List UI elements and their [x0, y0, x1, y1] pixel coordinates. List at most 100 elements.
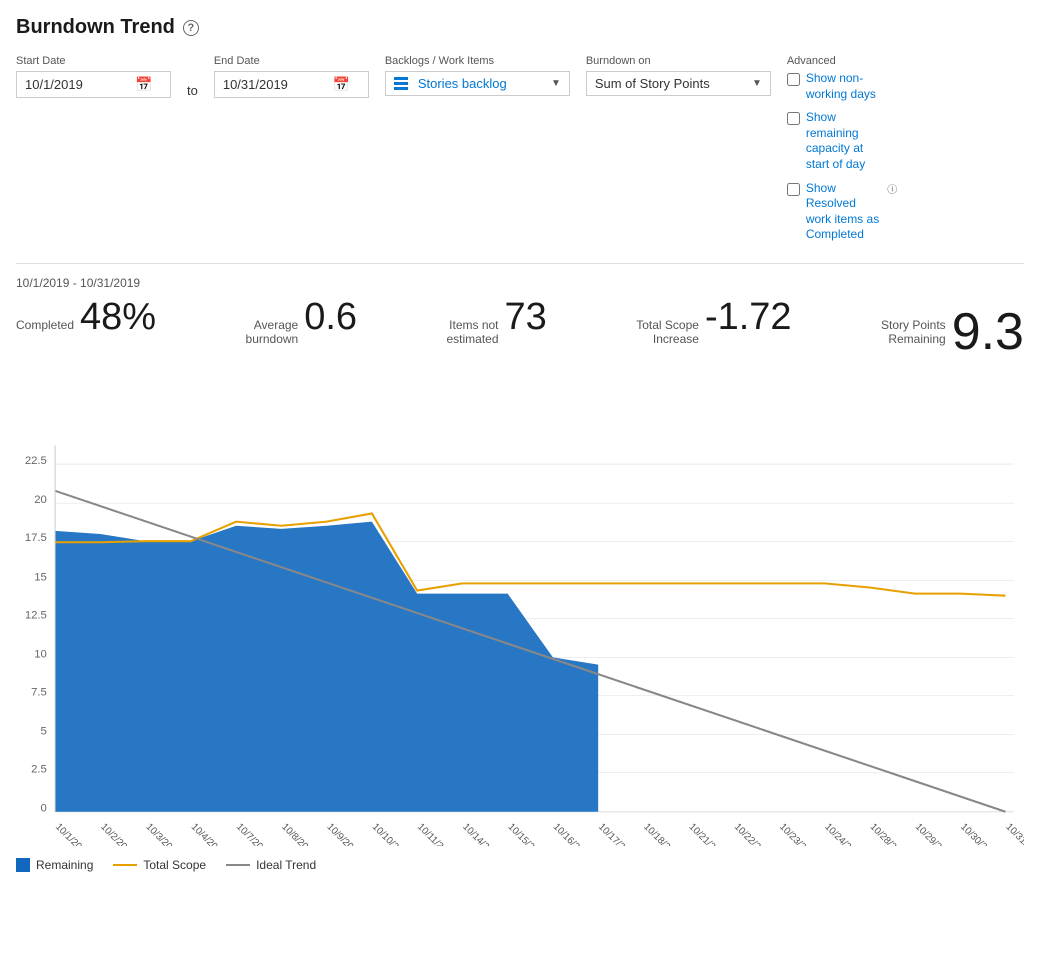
total-scope-legend-label: Total Scope — [143, 858, 206, 872]
svg-text:7.5: 7.5 — [31, 687, 47, 699]
items-not-estimated-stat: Items notestimated 73 — [446, 298, 546, 347]
end-date-input[interactable] — [223, 77, 333, 92]
start-date-input[interactable] — [25, 77, 135, 92]
story-points-label: Story PointsRemaining — [881, 318, 946, 347]
help-icon[interactable]: ? — [183, 20, 199, 36]
svg-text:22.5: 22.5 — [25, 455, 47, 467]
completed-value: 48% — [80, 298, 156, 336]
remaining-legend-box — [16, 858, 30, 872]
advanced-options: Show non-working days Showremainingcapac… — [787, 71, 897, 243]
chart-container: 0 2.5 5 7.5 10 12.5 15 17.5 20 22.5 — [16, 366, 1024, 846]
end-date-input-wrapper[interactable]: 📅 — [214, 71, 369, 98]
nonworking-days-checkbox[interactable] — [787, 73, 800, 86]
story-points-stat: Story PointsRemaining 9.3 — [881, 306, 1024, 358]
burndown-on-value: Sum of Story Points — [595, 76, 710, 91]
svg-text:10/17/2019: 10/17/2019 — [596, 822, 638, 847]
nonworking-days-option: Show non-working days — [787, 71, 897, 102]
story-points-value: 9.3 — [952, 306, 1024, 358]
svg-text:10/21/2019: 10/21/2019 — [687, 822, 729, 847]
chart-section: 10/1/2019 - 10/31/2019 Completed 48% Ave… — [16, 263, 1024, 872]
ideal-trend-legend-line — [226, 864, 250, 866]
avg-burndown-stat: Averageburndown 0.6 — [246, 298, 358, 347]
svg-text:10/24/2019: 10/24/2019 — [822, 822, 864, 847]
svg-text:10/22/2019: 10/22/2019 — [732, 822, 774, 847]
burndown-on-group: Burndown on Sum of Story Points ▼ — [586, 55, 771, 96]
backlogs-group: Backlogs / Work Items Stories backlog ▼ — [385, 55, 570, 96]
svg-text:10/4/2019: 10/4/2019 — [189, 822, 228, 847]
svg-text:10/15/2019: 10/15/2019 — [506, 822, 548, 847]
svg-text:5: 5 — [41, 726, 47, 738]
remaining-capacity-label[interactable]: Showremainingcapacity atstart of day — [806, 110, 865, 172]
completed-label: Completed — [16, 318, 74, 332]
svg-text:10/11/2019: 10/11/2019 — [415, 822, 457, 847]
svg-text:10/2/2019: 10/2/2019 — [98, 822, 137, 847]
svg-text:10/7/2019: 10/7/2019 — [234, 822, 273, 847]
remaining-capacity-checkbox[interactable] — [787, 112, 800, 125]
controls-row: Start Date 📅 to End Date 📅 Backlogs / Wo… — [16, 55, 1024, 243]
svg-text:10/18/2019: 10/18/2019 — [641, 822, 683, 847]
end-date-label: End Date — [214, 55, 369, 67]
legend: Remaining Total Scope Ideal Trend — [16, 858, 1024, 872]
total-scope-value: -1.72 — [705, 298, 792, 336]
backlogs-dropdown[interactable]: Stories backlog ▼ — [385, 71, 570, 96]
svg-text:10/16/2019: 10/16/2019 — [551, 822, 593, 847]
burndown-on-dropdown[interactable]: Sum of Story Points ▼ — [586, 71, 771, 96]
ideal-trend-legend-item: Ideal Trend — [226, 858, 316, 872]
to-label: to — [187, 83, 198, 98]
stats-row: Completed 48% Averageburndown 0.6 Items … — [16, 298, 1024, 358]
start-date-calendar-icon[interactable]: 📅 — [135, 76, 152, 93]
svg-text:10/30/2019: 10/30/2019 — [958, 822, 1000, 847]
svg-text:2.5: 2.5 — [31, 764, 47, 776]
start-date-label: Start Date — [16, 55, 171, 67]
burndown-on-chevron: ▼ — [752, 78, 762, 89]
advanced-group: Advanced Show non-working days Showremai… — [787, 55, 897, 243]
total-scope-label: Total ScopeIncrease — [636, 318, 699, 347]
backlogs-value: Stories backlog — [418, 76, 507, 91]
svg-text:10: 10 — [34, 649, 47, 661]
svg-text:17.5: 17.5 — [25, 533, 47, 545]
total-scope-legend-line — [113, 864, 137, 866]
svg-text:12.5: 12.5 — [25, 610, 47, 622]
remaining-legend-label: Remaining — [36, 858, 93, 872]
resolved-items-checkbox[interactable] — [787, 183, 800, 196]
svg-text:10/10/2019: 10/10/2019 — [370, 822, 412, 847]
page-title: Burndown Trend ? — [16, 16, 1024, 39]
backlogs-label: Backlogs / Work Items — [385, 55, 570, 67]
date-range-label: 10/1/2019 - 10/31/2019 — [16, 276, 1024, 290]
nonworking-days-label[interactable]: Show non-working days — [806, 71, 876, 102]
ideal-trend-legend-label: Ideal Trend — [256, 858, 316, 872]
remaining-legend-item: Remaining — [16, 858, 93, 872]
svg-text:10/8/2019: 10/8/2019 — [279, 822, 318, 847]
resolved-info-icon[interactable]: ⓘ — [887, 181, 897, 196]
start-date-group: Start Date 📅 — [16, 55, 171, 98]
svg-text:10/23/2019: 10/23/2019 — [777, 822, 819, 847]
end-date-calendar-icon[interactable]: 📅 — [333, 76, 350, 93]
items-not-estimated-label: Items notestimated — [446, 318, 498, 347]
items-not-estimated-value: 73 — [505, 298, 547, 336]
svg-text:0: 0 — [41, 803, 47, 815]
total-scope-stat: Total ScopeIncrease -1.72 — [636, 298, 791, 347]
svg-text:10/3/2019: 10/3/2019 — [143, 822, 182, 847]
advanced-label: Advanced — [787, 55, 897, 67]
svg-text:10/14/2019: 10/14/2019 — [460, 822, 502, 847]
resolved-items-label[interactable]: ShowResolvedwork items asCompleted — [806, 181, 879, 243]
svg-text:10/31/2019: 10/31/2019 — [1003, 822, 1024, 847]
avg-burndown-value: 0.6 — [304, 298, 357, 336]
title-text: Burndown Trend — [16, 16, 175, 39]
avg-burndown-label: Averageburndown — [246, 318, 299, 347]
svg-text:10/1/2019: 10/1/2019 — [53, 822, 92, 847]
backlog-icon — [394, 77, 412, 91]
svg-text:15: 15 — [34, 572, 47, 584]
remaining-capacity-option: Showremainingcapacity atstart of day — [787, 110, 897, 172]
completed-stat: Completed 48% — [16, 298, 156, 336]
svg-text:20: 20 — [34, 494, 47, 506]
svg-text:10/9/2019: 10/9/2019 — [325, 822, 364, 847]
backlogs-chevron: ▼ — [551, 78, 561, 89]
burndown-on-label: Burndown on — [586, 55, 771, 67]
burndown-chart: 0 2.5 5 7.5 10 12.5 15 17.5 20 22.5 — [16, 366, 1024, 846]
svg-text:10/28/2019: 10/28/2019 — [868, 822, 910, 847]
start-date-input-wrapper[interactable]: 📅 — [16, 71, 171, 98]
end-date-group: End Date 📅 — [214, 55, 369, 98]
svg-text:10/29/2019: 10/29/2019 — [913, 822, 955, 847]
total-scope-legend-item: Total Scope — [113, 858, 206, 872]
